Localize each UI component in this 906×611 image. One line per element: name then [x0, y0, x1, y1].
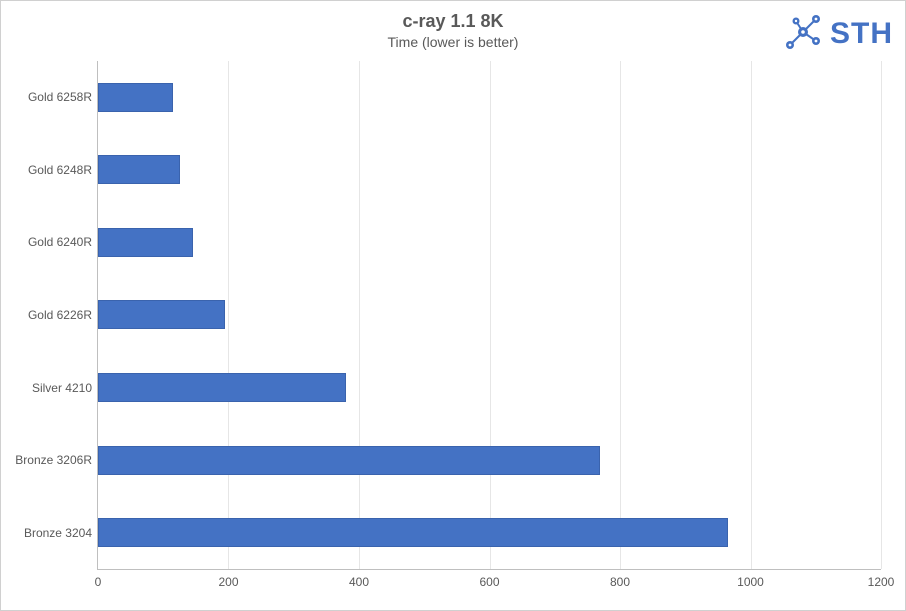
brand-logo: STH — [743, 11, 893, 57]
y-tick-label: Bronze 3206R — [8, 453, 92, 467]
x-tick-label: 0 — [95, 575, 102, 589]
network-nodes-icon — [782, 11, 824, 58]
x-tick-label: 400 — [349, 575, 369, 589]
bar — [98, 518, 728, 547]
bar-row: Gold 6240R — [98, 206, 881, 279]
bar-row: Silver 4210 — [98, 351, 881, 424]
bar-row: Gold 6226R — [98, 279, 881, 352]
bar — [98, 446, 600, 475]
x-tick-label: 200 — [218, 575, 238, 589]
bar — [98, 155, 180, 184]
bar — [98, 228, 193, 257]
x-tick-label: 600 — [479, 575, 499, 589]
bar-row: Gold 6258R — [98, 61, 881, 134]
brand-logo-text: STH — [830, 17, 893, 51]
y-tick-label: Gold 6240R — [8, 235, 92, 249]
bar-row: Bronze 3204 — [98, 496, 881, 569]
y-tick-label: Gold 6226R — [8, 308, 92, 322]
x-tick-label: 1000 — [737, 575, 764, 589]
gridline — [881, 61, 882, 569]
y-tick-label: Gold 6248R — [8, 163, 92, 177]
bar — [98, 83, 173, 112]
plot-area: 020040060080010001200Gold 6258RGold 6248… — [15, 61, 891, 596]
bar — [98, 300, 225, 329]
y-tick-label: Silver 4210 — [8, 381, 92, 395]
bar-row: Gold 6248R — [98, 134, 881, 207]
y-tick-label: Gold 6258R — [8, 90, 92, 104]
x-tick-label: 1200 — [868, 575, 895, 589]
y-tick-label: Bronze 3204 — [8, 526, 92, 540]
bar-row: Bronze 3206R — [98, 424, 881, 497]
bar — [98, 373, 346, 402]
plot: 020040060080010001200Gold 6258RGold 6248… — [97, 61, 881, 570]
x-tick-label: 800 — [610, 575, 630, 589]
